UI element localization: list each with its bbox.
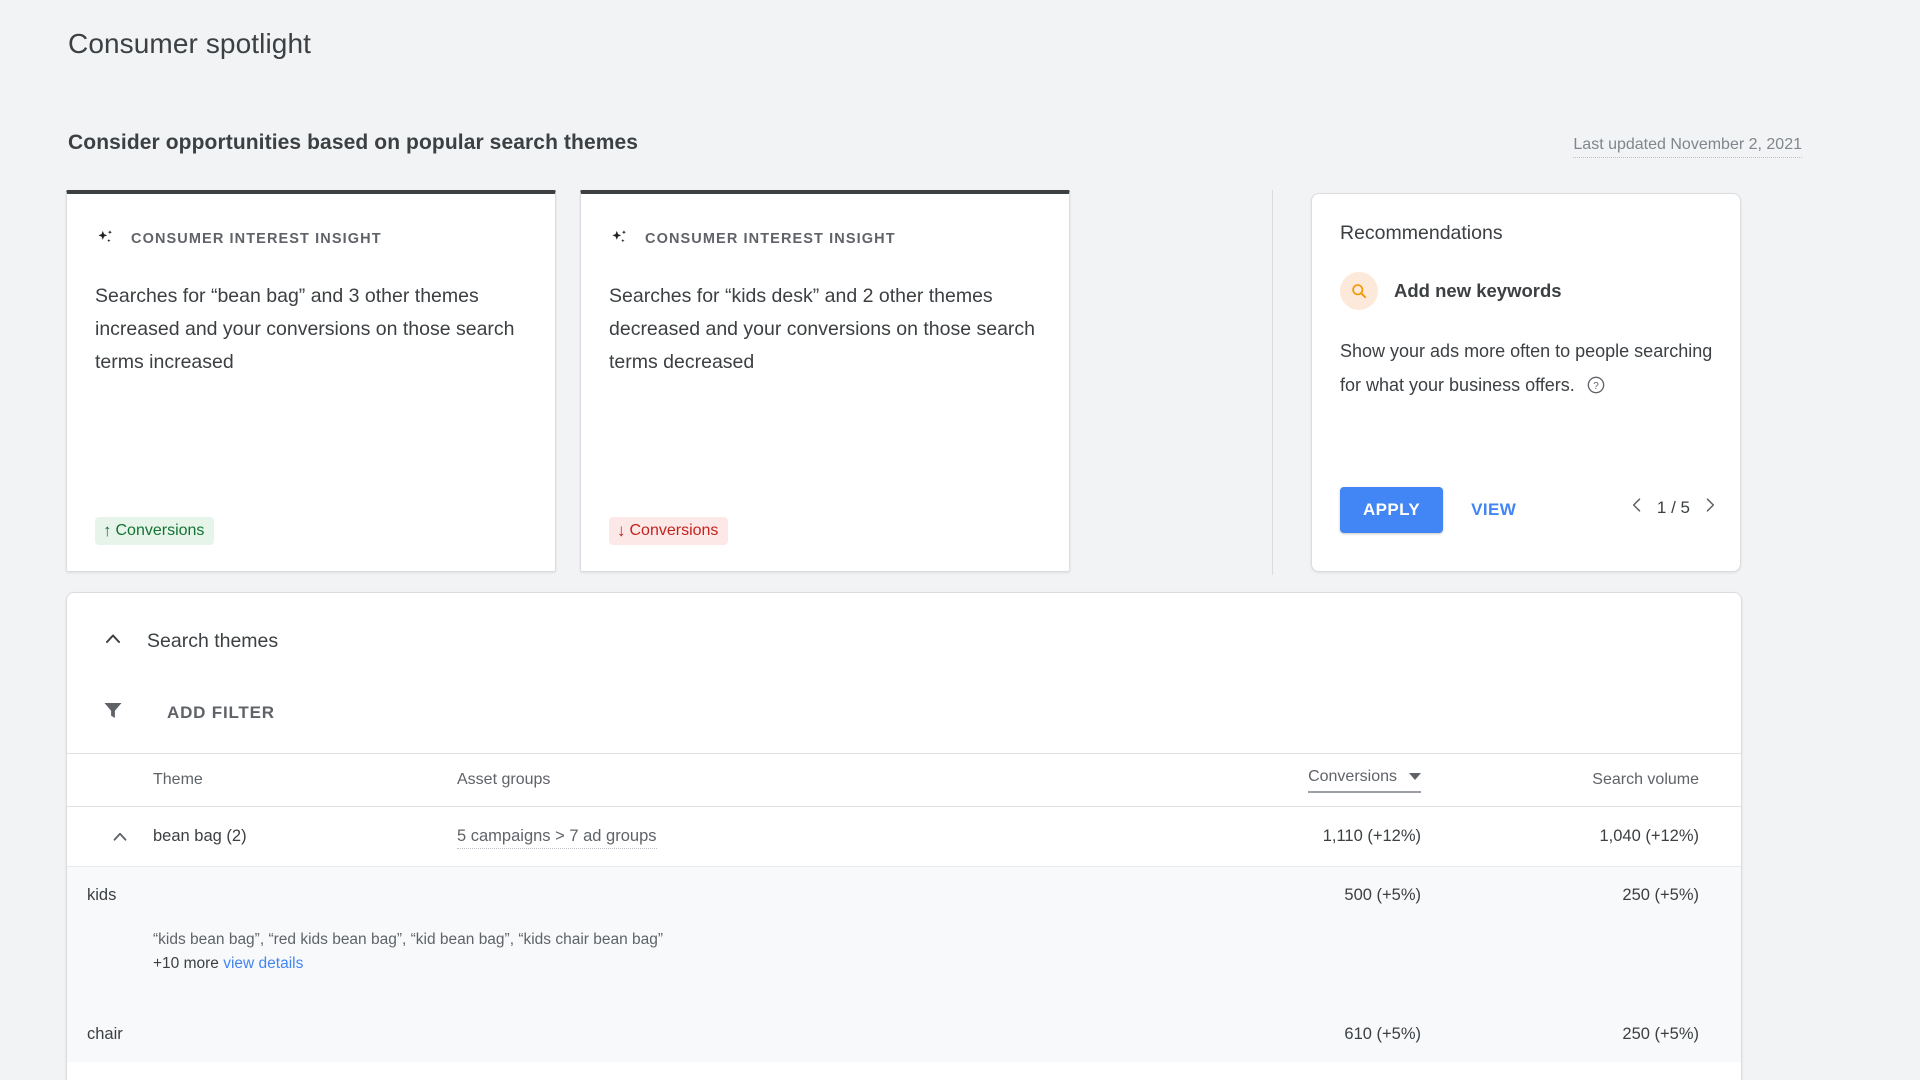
add-filter-label: ADD FILTER (167, 702, 275, 722)
table-subrow-terms: “kids bean bag”, “red kids bean bag”, “k… (67, 927, 1741, 991)
row-asset-groups-cell: 5 campaigns > 7 ad groups (457, 827, 1057, 849)
recommendation-item[interactable]: Add new keywords (1340, 272, 1562, 310)
consumer-spotlight-page: Consumer spotlight Consider opportunitie… (0, 0, 1920, 1080)
section-heading: Consider opportunities based on popular … (68, 131, 639, 154)
insight-card-1-kicker: CONSUMER INTEREST INSIGHT (95, 228, 382, 250)
recommendations-pager: 1 / 5 (1627, 495, 1720, 520)
recommendations-card: Recommendations Add new keywords Show yo… (1311, 193, 1741, 572)
subrow-more-line: +10 more view details (153, 955, 663, 973)
insight-card-2-body: Searches for “kids desk” and 2 other the… (609, 285, 1036, 373)
insight-card-2-kicker: CONSUMER INTEREST INSIGHT (609, 228, 896, 250)
row-theme-label: bean bag (2) (153, 827, 247, 845)
search-themes-panel: Search themes ADD FILTER Theme Asset gro… (66, 592, 1742, 1080)
view-button[interactable]: VIEW (1461, 487, 1526, 533)
row-conversions-cell: 1,110 (+12%) (1322, 827, 1421, 845)
insight-card-2-kicker-label: CONSUMER INTEREST INSIGHT (645, 231, 896, 247)
sort-control-conversions[interactable]: Conversions (1308, 768, 1421, 793)
arrow-up-icon: ↑ (103, 521, 112, 540)
insight-card-2-badge-label: Conversions (629, 521, 719, 539)
subrow-theme-label: chair (87, 1025, 123, 1043)
subrow-search-volume-cell: 250 (+5%) (1622, 886, 1699, 904)
svg-text:?: ? (1593, 381, 1599, 392)
page-title: Consumer spotlight (68, 28, 312, 59)
search-themes-label: Search themes (147, 630, 279, 652)
chevron-left-icon[interactable] (1627, 495, 1647, 520)
table-subrow[interactable]: chair 610 (+5%) 250 (+5%) (67, 991, 1741, 1062)
search-themes-table: Theme Asset groups Conversions Search vo… (67, 753, 1741, 1062)
column-header-conversions-label: Conversions (1308, 767, 1397, 785)
column-header-search-volume[interactable]: Search volume (1447, 771, 1727, 789)
subrow-theme-cell: chair (87, 1025, 457, 1044)
sparkle-icon (609, 228, 631, 250)
row-theme-cell: bean bag (2) (87, 826, 457, 848)
filter-icon (101, 698, 125, 727)
arrow-down-icon: ↓ (617, 521, 626, 540)
subrow-theme-label: kids (87, 886, 117, 904)
search-icon (1340, 272, 1378, 310)
subrow-more-count: +10 more (153, 955, 219, 972)
insight-card-1-kicker-label: CONSUMER INTEREST INSIGHT (131, 231, 382, 247)
subrow-terms-text: “kids bean bag”, “red kids bean bag”, “k… (153, 931, 664, 948)
recommendations-title: Recommendations (1340, 222, 1503, 244)
column-header-theme[interactable]: Theme (87, 771, 457, 789)
table-row[interactable]: bean bag (2) 5 campaigns > 7 ad groups 1… (67, 807, 1741, 867)
insight-card-1-badge-label: Conversions (115, 521, 205, 539)
row-search-volume-cell: 1,040 (+12%) (1599, 827, 1699, 845)
insight-card-1-body: Searches for “bean bag” and 3 other them… (95, 285, 515, 373)
recommendation-description: Show your ads more often to people searc… (1340, 334, 1718, 406)
search-themes-header[interactable]: Search themes (101, 627, 278, 656)
view-details-link[interactable]: view details (223, 955, 303, 972)
column-header-asset-groups[interactable]: Asset groups (457, 771, 1057, 789)
subrow-search-volume-cell: 250 (+5%) (1622, 1025, 1699, 1043)
table-header-row: Theme Asset groups Conversions Search vo… (67, 753, 1741, 807)
recommendation-item-label: Add new keywords (1394, 280, 1562, 301)
table-subrow[interactable]: kids 500 (+5%) 250 (+5%) (67, 867, 1741, 927)
sparkle-icon (95, 228, 117, 250)
help-icon[interactable]: ? (1586, 372, 1606, 406)
chevron-down-icon (1409, 773, 1421, 780)
row-asset-groups-link[interactable]: 5 campaigns > 7 ad groups (457, 827, 657, 849)
subrow-conversions-cell: 610 (+5%) (1344, 1025, 1421, 1043)
column-header-conversions[interactable]: Conversions (1057, 768, 1447, 793)
recommendation-description-text: Show your ads more often to people searc… (1340, 341, 1713, 395)
last-updated-label: Last updated November 2, 2021 (1573, 136, 1802, 158)
vertical-divider (1272, 190, 1273, 575)
insight-card-1[interactable]: CONSUMER INTEREST INSIGHT Searches for “… (66, 190, 556, 572)
add-filter-button[interactable]: ADD FILTER (101, 698, 275, 727)
chevron-right-icon[interactable] (1700, 495, 1720, 520)
insight-card-2[interactable]: CONSUMER INTEREST INSIGHT Searches for “… (580, 190, 1070, 572)
subrow-theme-cell: kids (87, 886, 457, 905)
apply-button[interactable]: APPLY (1340, 487, 1444, 533)
pager-text: 1 / 5 (1656, 497, 1690, 517)
insight-card-1-status-badge: ↑ Conversions (95, 517, 215, 545)
subrow-terms-block: “kids bean bag”, “red kids bean bag”, “k… (87, 927, 663, 973)
subrow-conversions-cell: 500 (+5%) (1344, 886, 1421, 904)
row-expand-chevron-up-icon[interactable] (87, 826, 153, 848)
recommendation-actions: APPLY VIEW (1340, 487, 1526, 533)
chevron-up-icon[interactable] (101, 627, 125, 656)
insight-card-2-status-badge: ↓ Conversions (609, 517, 729, 545)
